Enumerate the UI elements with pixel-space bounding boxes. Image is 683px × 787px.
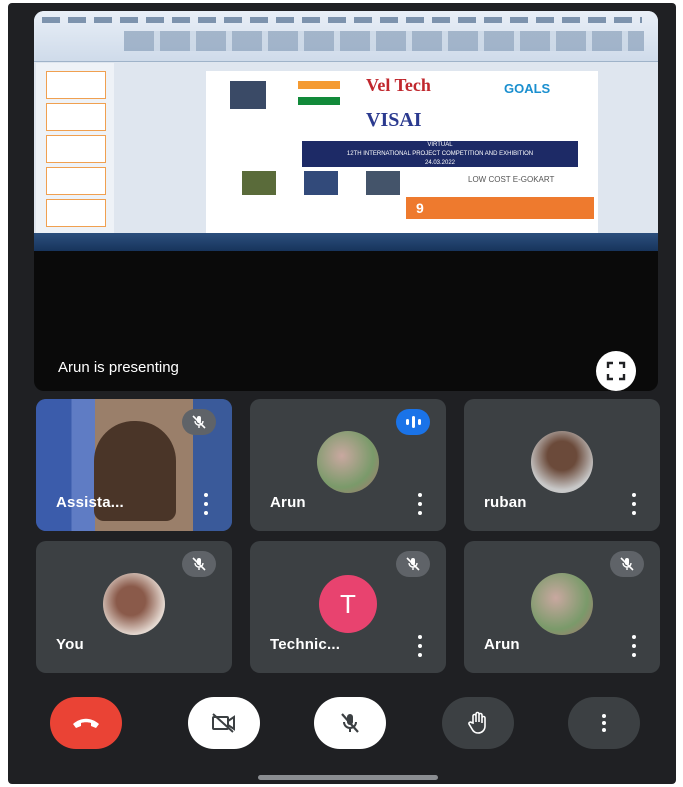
more-options-icon[interactable]	[630, 493, 638, 515]
india-flag	[298, 81, 340, 105]
avatar	[317, 431, 379, 493]
participant-tile[interactable]: ruban	[464, 399, 660, 531]
more-options-icon[interactable]	[630, 635, 638, 657]
participant-name: Assista...	[56, 494, 124, 511]
participant-tile[interactable]: Arun	[464, 541, 660, 673]
muted-indicator	[182, 551, 216, 577]
slide-thumbnails	[36, 63, 114, 233]
participant-name: Arun	[270, 494, 306, 511]
more-vert-icon	[602, 714, 606, 732]
hand-icon	[468, 711, 486, 734]
hang-up-icon	[73, 718, 99, 728]
fullscreen-button[interactable]	[596, 351, 636, 391]
participant-tile[interactable]: Assista...	[36, 399, 232, 531]
home-indicator	[258, 775, 438, 780]
mic-off-icon	[192, 415, 206, 429]
more-options-button[interactable]	[568, 697, 640, 749]
avatar	[531, 573, 593, 635]
presenting-label: Arun is presenting	[58, 359, 179, 376]
mic-off-icon	[192, 557, 206, 571]
mic-off-icon	[406, 557, 420, 571]
muted-indicator	[182, 409, 216, 435]
presenter-photo	[304, 171, 338, 195]
sdg-goals-label: GOALS	[504, 81, 551, 96]
muted-indicator	[610, 551, 644, 577]
camera-off-icon	[212, 713, 235, 733]
meeting-screen: Vel Tech VISAI GOALS VIRTUAL 12TH INTERN…	[8, 3, 676, 784]
mic-off-icon	[620, 557, 634, 571]
more-options-icon[interactable]	[202, 493, 210, 515]
avatar-initial: T	[319, 575, 377, 633]
more-options-icon[interactable]	[416, 493, 424, 515]
mic-off-icon	[341, 713, 359, 733]
speaking-indicator	[396, 409, 430, 435]
microphone-toggle-button[interactable]	[314, 697, 386, 749]
camera-toggle-button[interactable]	[188, 697, 260, 749]
participant-name: ruban	[484, 494, 527, 511]
project-title: LOW COST E-GOKART	[468, 175, 555, 184]
presenter-photo	[242, 171, 276, 195]
band-line-3: 24.03.2022	[424, 160, 456, 166]
app-ribbon	[34, 11, 658, 62]
shared-screen: Vel Tech VISAI GOALS VIRTUAL 12TH INTERN…	[34, 11, 658, 251]
presenter-photo	[366, 171, 400, 195]
participant-name: Arun	[484, 636, 520, 653]
org-title: Vel Tech	[366, 75, 431, 95]
participant-tile[interactable]: T Technic...	[250, 541, 446, 673]
muted-indicator	[396, 551, 430, 577]
sdg-number: 9	[416, 200, 424, 216]
participant-name: You	[56, 636, 84, 653]
participant-tile[interactable]: Arun	[250, 399, 446, 531]
event-band: VIRTUAL 12TH INTERNATIONAL PROJECT COMPE…	[302, 141, 578, 167]
os-taskbar	[34, 233, 658, 251]
unesco-logo	[230, 81, 266, 109]
raise-hand-button[interactable]	[442, 697, 514, 749]
presentation-stage[interactable]: Vel Tech VISAI GOALS VIRTUAL 12TH INTERN…	[34, 11, 658, 391]
participant-tile[interactable]: You	[36, 541, 232, 673]
band-line-1: VIRTUAL	[427, 142, 453, 148]
more-options-icon[interactable]	[416, 635, 424, 657]
fullscreen-icon	[606, 361, 626, 381]
avatar	[531, 431, 593, 493]
avatar	[103, 573, 165, 635]
slide-canvas: Vel Tech VISAI GOALS VIRTUAL 12TH INTERN…	[206, 71, 598, 233]
sdg-banner: 9	[406, 197, 594, 219]
participant-name: Technic...	[270, 636, 341, 653]
end-call-button[interactable]	[50, 697, 122, 749]
event-title: VISAI	[366, 109, 422, 131]
band-line-2: 12TH INTERNATIONAL PROJECT COMPETITION A…	[346, 151, 534, 157]
